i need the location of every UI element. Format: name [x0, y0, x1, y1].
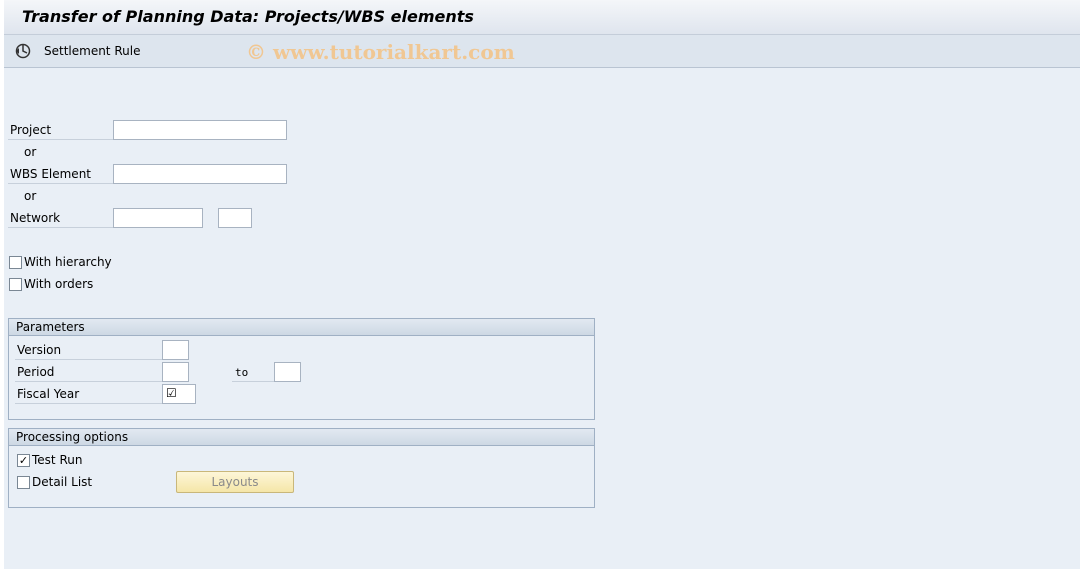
parameters-group: Parameters: [8, 318, 595, 420]
processing-options-group: Processing options: [8, 428, 595, 508]
project-label-underline: [8, 139, 114, 140]
with-hierarchy-label: With hierarchy: [24, 255, 112, 269]
settlement-rule-icon: [14, 42, 32, 60]
settlement-rule-label: Settlement Rule: [44, 44, 141, 58]
project-label: Project: [10, 123, 52, 137]
period-from-input[interactable]: [162, 362, 189, 382]
project-input[interactable]: [113, 120, 287, 140]
network-label: Network: [10, 211, 61, 225]
wbs-element-input[interactable]: [113, 164, 287, 184]
page-title: Transfer of Planning Data: Projects/WBS …: [22, 7, 474, 26]
left-strip: [0, 0, 4, 569]
detail-list-label: Detail List: [32, 475, 93, 489]
period-label-underline: [15, 381, 162, 382]
to-label-underline: [232, 381, 274, 382]
version-label: Version: [17, 343, 62, 357]
wbs-label-underline: [8, 183, 114, 184]
network-activity-input[interactable]: [218, 208, 252, 228]
with-hierarchy-checkbox[interactable]: [9, 256, 22, 269]
or-text: or: [24, 189, 37, 203]
fiscal-year-input[interactable]: ☑: [162, 384, 196, 404]
application-toolbar: Settlement Rule: [4, 35, 1080, 68]
parameters-title: Parameters: [9, 319, 594, 336]
test-run-checkbox[interactable]: ✓: [17, 454, 30, 467]
settlement-rule-button[interactable]: Settlement Rule: [14, 41, 140, 61]
or-text: or: [24, 145, 37, 159]
with-orders-label: With orders: [24, 277, 94, 291]
detail-list-checkbox[interactable]: [17, 476, 30, 489]
period-label: Period: [17, 365, 55, 379]
processing-options-title: Processing options: [9, 429, 594, 446]
wbs-element-label: WBS Element: [10, 167, 91, 181]
fiscal-year-label: Fiscal Year: [17, 387, 80, 401]
period-to-label: to: [235, 366, 249, 379]
layouts-button[interactable]: Layouts: [176, 471, 294, 493]
title-bar: Transfer of Planning Data: Projects/WBS …: [4, 0, 1080, 35]
watermark: © www.tutorialkart.com: [246, 40, 515, 64]
network-label-underline: [8, 227, 114, 228]
period-to-input[interactable]: [274, 362, 301, 382]
network-input[interactable]: [113, 208, 203, 228]
version-input[interactable]: [162, 340, 189, 360]
fiscal-year-label-underline: [15, 403, 162, 404]
version-label-underline: [15, 359, 162, 360]
with-orders-checkbox[interactable]: [9, 278, 22, 291]
test-run-label: Test Run: [32, 453, 83, 467]
